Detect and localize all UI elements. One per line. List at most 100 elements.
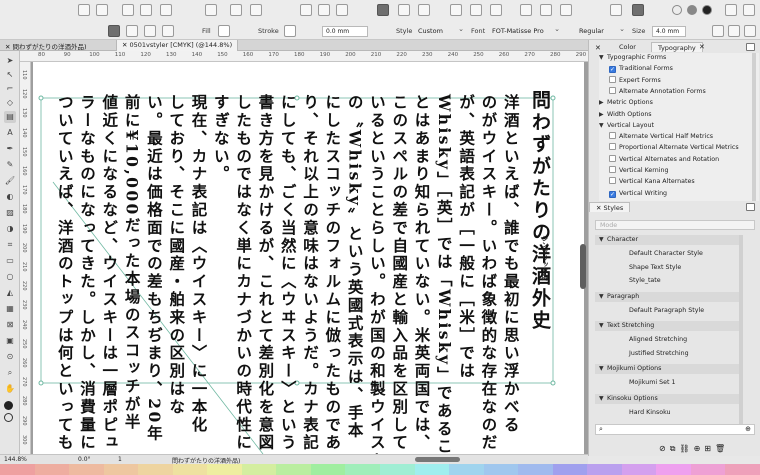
color-palette-strip[interactable] (0, 464, 760, 475)
size-field[interactable]: 4.0 mm (652, 26, 686, 37)
brush-tool-icon[interactable]: 🖌 (4, 175, 16, 187)
color-swatch[interactable] (483, 464, 519, 475)
frame-handle[interactable] (38, 380, 44, 386)
style-item[interactable]: Hard Kinsoku (629, 408, 671, 418)
picture-frame-icon[interactable]: ⊠ (4, 319, 16, 331)
typography-scrollbar[interactable] (752, 53, 756, 201)
preview-icon[interactable] (632, 4, 644, 16)
checkbox[interactable] (609, 154, 616, 162)
styles-search-input[interactable]: ⌕ ⊕ (595, 424, 755, 435)
style-dropdown[interactable]: Custom (416, 25, 464, 37)
subtract-icon[interactable] (160, 4, 172, 16)
color-swatch[interactable] (345, 464, 381, 475)
typography-option[interactable]: ✓ Traditional Forms (609, 64, 760, 74)
add-group-icon[interactable]: ⊞ (704, 444, 715, 453)
style-item[interactable]: Default Paragraph Style (629, 306, 704, 316)
style-group[interactable]: ▼ Kinsoku Options (595, 393, 741, 404)
stroke-color-icon[interactable] (4, 413, 13, 422)
mode-dropdown[interactable]: Mode (595, 220, 755, 230)
typography-group[interactable]: ▼ Vertical Layout (599, 121, 759, 131)
checkbox[interactable] (609, 86, 616, 94)
style-item[interactable]: Mojikumi Set 1 (629, 378, 675, 388)
vertical-ruler[interactable]: 110 120 130 140 150 160 170 180 190 200 210 220 230 2… (20, 62, 31, 454)
close-icon[interactable]: ✕ (122, 41, 130, 49)
tab-document-1[interactable]: ✕ 問わずがたりの洋酒外品) (0, 40, 92, 51)
color-swatch[interactable] (725, 464, 760, 475)
color-swatch[interactable] (103, 464, 139, 475)
vertical-scrollbar[interactable] (580, 244, 586, 289)
checkbox[interactable] (609, 132, 616, 140)
group-icon[interactable] (78, 4, 90, 16)
transform-icon[interactable] (418, 4, 430, 16)
rotation-readout[interactable]: 0.0° (78, 456, 91, 463)
search-options-icon[interactable]: ⊕ (745, 425, 751, 433)
document-canvas[interactable]: 問わずがたりの洋酒外史 洋酒といえば、誰でも最初に思い浮かべる のがウイスキー。いわ… (31, 62, 588, 454)
color-picker-icon[interactable]: ⊙ (4, 351, 16, 363)
style-item[interactable]: Shape Text Style (629, 263, 681, 273)
typography-option[interactable]: Alternate Vertical Half Metrics (609, 132, 760, 142)
align-left-icon[interactable] (712, 25, 724, 37)
art-text-icon[interactable] (318, 4, 330, 16)
panel-close-tab-icon[interactable]: ✕ (699, 43, 705, 51)
place-image-icon[interactable]: ▣ (4, 335, 16, 347)
transparency-tool-icon[interactable]: ◑ (4, 223, 16, 235)
add-style-icon[interactable]: ⊕ (694, 444, 705, 453)
move-forward-icon[interactable] (230, 4, 242, 16)
view-mode-1-icon[interactable] (672, 5, 682, 15)
frame-handle[interactable] (550, 95, 556, 101)
delete-style-icon[interactable]: 🗑 (715, 444, 729, 453)
edit-icon[interactable] (450, 4, 462, 16)
align-icon[interactable] (377, 4, 389, 16)
chevron-down-icon[interactable]: ▼ (599, 121, 607, 131)
node-tool-icon[interactable] (126, 25, 138, 37)
apply-style-icon[interactable]: ⊘ (659, 444, 670, 453)
font-dropdown[interactable]: FOT-Matisse Pro (490, 25, 560, 37)
style-group[interactable]: ▼ Character (595, 235, 741, 245)
pencil-tool-icon[interactable]: ✎ (4, 159, 16, 171)
color-swatch[interactable] (449, 464, 485, 475)
chevron-down-icon[interactable]: ▼ (599, 235, 607, 245)
style-item[interactable]: Aligned Stretching (629, 335, 687, 345)
text-frame-icon[interactable] (300, 4, 312, 16)
studio-icon[interactable] (725, 4, 737, 16)
transform-origin-icon[interactable] (144, 25, 156, 37)
styles-scrollbar[interactable] (739, 235, 743, 425)
typography-option[interactable]: Alternate Annotation Forms (609, 86, 760, 97)
horizontal-ruler[interactable]: 80 90 100 110 120 130 140 150 160 170 180 190 200 210… (20, 51, 588, 62)
color-swatch[interactable] (34, 464, 70, 475)
typography-option[interactable]: Vertical Alternates and Rotation (609, 154, 760, 165)
fill-swatch[interactable] (218, 25, 230, 37)
color-swatch[interactable] (621, 464, 657, 475)
shape-tool-icon[interactable]: ◭ (4, 287, 16, 299)
crop-icon[interactable] (162, 25, 174, 37)
corner-tool-icon[interactable]: ⌐ (4, 83, 16, 95)
tab-color[interactable]: Color (613, 42, 642, 52)
rotate-icon[interactable] (540, 4, 552, 16)
style-group[interactable]: ▼ Paragraph (595, 291, 741, 302)
zoom-tool-icon[interactable]: ⌕ (4, 367, 16, 379)
stroke-width-field[interactable]: 0.0 mm (322, 26, 368, 37)
color-swatch[interactable] (518, 464, 554, 475)
close-icon[interactable]: ✕ (596, 204, 604, 212)
style-item[interactable]: Default Character Style (629, 249, 703, 259)
chevron-right-icon[interactable]: ▶ (599, 110, 607, 120)
color-swatch[interactable] (69, 464, 105, 475)
close-icon[interactable]: ✕ (5, 43, 13, 51)
select-tool-icon[interactable] (108, 25, 120, 37)
frame-handle[interactable] (38, 95, 44, 101)
point-transform-icon[interactable]: ◇ (4, 97, 16, 109)
intersect-icon[interactable] (140, 4, 152, 16)
typography-option[interactable]: Expert Forms (609, 75, 760, 86)
move-tool-icon[interactable]: ➤ (4, 55, 16, 67)
link-style-icon[interactable]: ⛓ (679, 444, 693, 453)
gradient-tool-icon[interactable]: ▨ (4, 207, 16, 219)
lock-icon[interactable] (490, 4, 502, 16)
crop-tool-icon[interactable]: ⌗ (4, 239, 16, 251)
combine-icon[interactable] (122, 4, 134, 16)
weight-dropdown[interactable]: Regular (577, 25, 625, 37)
guide-icon[interactable] (610, 4, 622, 16)
fill-tool-icon[interactable]: ◐ (4, 191, 16, 203)
fill-color-icon[interactable] (4, 401, 13, 410)
color-swatch[interactable] (310, 464, 346, 475)
table-tool-icon[interactable]: ▦ (4, 303, 16, 315)
